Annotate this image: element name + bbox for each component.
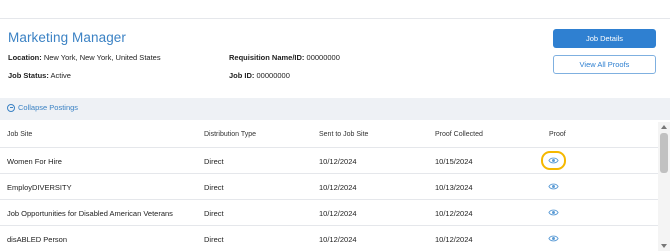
column-header-proof: Proof [549, 131, 566, 138]
proof-collected-cell: 10/13/2024 [435, 183, 473, 192]
postings-table: Job Site Distribution Type Sent to Job S… [0, 122, 658, 251]
sent-date-cell: 10/12/2024 [319, 235, 357, 244]
location-label: Location: [8, 53, 42, 62]
eye-icon[interactable] [548, 233, 559, 244]
job-site-cell: disABLED Person [7, 235, 68, 244]
distribution-type-cell: Direct [204, 235, 224, 244]
job-id-field: Job ID: 00000000 [229, 71, 290, 80]
location-value: New York, New York, United States [43, 53, 161, 62]
distribution-type-cell: Direct [204, 209, 224, 218]
proof-collected-cell: 10/15/2024 [435, 157, 473, 166]
distribution-type-cell: Direct [204, 157, 224, 166]
column-header-proof-collected: Proof Collected [435, 131, 483, 138]
collapse-postings-link[interactable]: Collapse Postings [7, 103, 78, 112]
column-header-distribution-type: Distribution Type [204, 131, 257, 138]
eye-icon[interactable] [548, 207, 559, 218]
requisition-value: 00000000 [306, 53, 340, 62]
scroll-up-arrow-icon[interactable] [661, 125, 667, 129]
table-row: EmployDIVERSITY Direct 10/12/2024 10/13/… [0, 174, 658, 200]
view-all-proofs-button[interactable]: View All Proofs [553, 55, 656, 74]
postings-toolbar: Collapse Postings [0, 98, 670, 120]
job-header: Marketing Manager Location: New York, Ne… [0, 20, 670, 98]
page-title: Marketing Manager [8, 30, 127, 45]
top-bar [0, 0, 670, 19]
requisition-label: Requisition Name/ID: [229, 53, 305, 62]
column-header-sent: Sent to Job Site [319, 131, 369, 138]
table-row: Job Opportunities for Disabled American … [0, 200, 658, 226]
table-header: Job Site Distribution Type Sent to Job S… [0, 122, 658, 148]
job-site-cell: Women For Hire [7, 157, 62, 166]
location-field: Location: New York, New York, United Sta… [8, 53, 161, 62]
sent-date-cell: 10/12/2024 [319, 157, 357, 166]
requisition-field: Requisition Name/ID: 00000000 [229, 53, 340, 62]
collapse-postings-label: Collapse Postings [18, 103, 79, 112]
job-details-button[interactable]: Job Details [553, 29, 656, 48]
job-id-value: 00000000 [256, 71, 290, 80]
job-site-cell: EmployDIVERSITY [7, 183, 72, 192]
job-status-value: Active [50, 71, 71, 80]
sent-date-cell: 10/12/2024 [319, 183, 357, 192]
job-status-field: Job Status: Active [8, 71, 71, 80]
eye-icon[interactable] [548, 155, 559, 166]
scroll-down-arrow-icon[interactable] [661, 244, 667, 248]
scrollbar-thumb[interactable] [660, 133, 668, 173]
eye-icon[interactable] [548, 181, 559, 192]
job-site-cell: Job Opportunities for Disabled American … [7, 209, 173, 218]
sent-date-cell: 10/12/2024 [319, 209, 357, 218]
job-status-label: Job Status: [8, 71, 49, 80]
table-row: disABLED Person Direct 10/12/2024 10/12/… [0, 226, 658, 251]
collapse-icon [7, 103, 15, 112]
proof-collected-cell: 10/12/2024 [435, 209, 473, 218]
proof-collected-cell: 10/12/2024 [435, 235, 473, 244]
column-header-job-site: Job Site [7, 131, 33, 138]
table-scrollbar[interactable] [658, 122, 670, 251]
distribution-type-cell: Direct [204, 183, 224, 192]
job-id-label: Job ID: [229, 71, 255, 80]
table-row: Women For Hire Direct 10/12/2024 10/15/2… [0, 148, 658, 174]
